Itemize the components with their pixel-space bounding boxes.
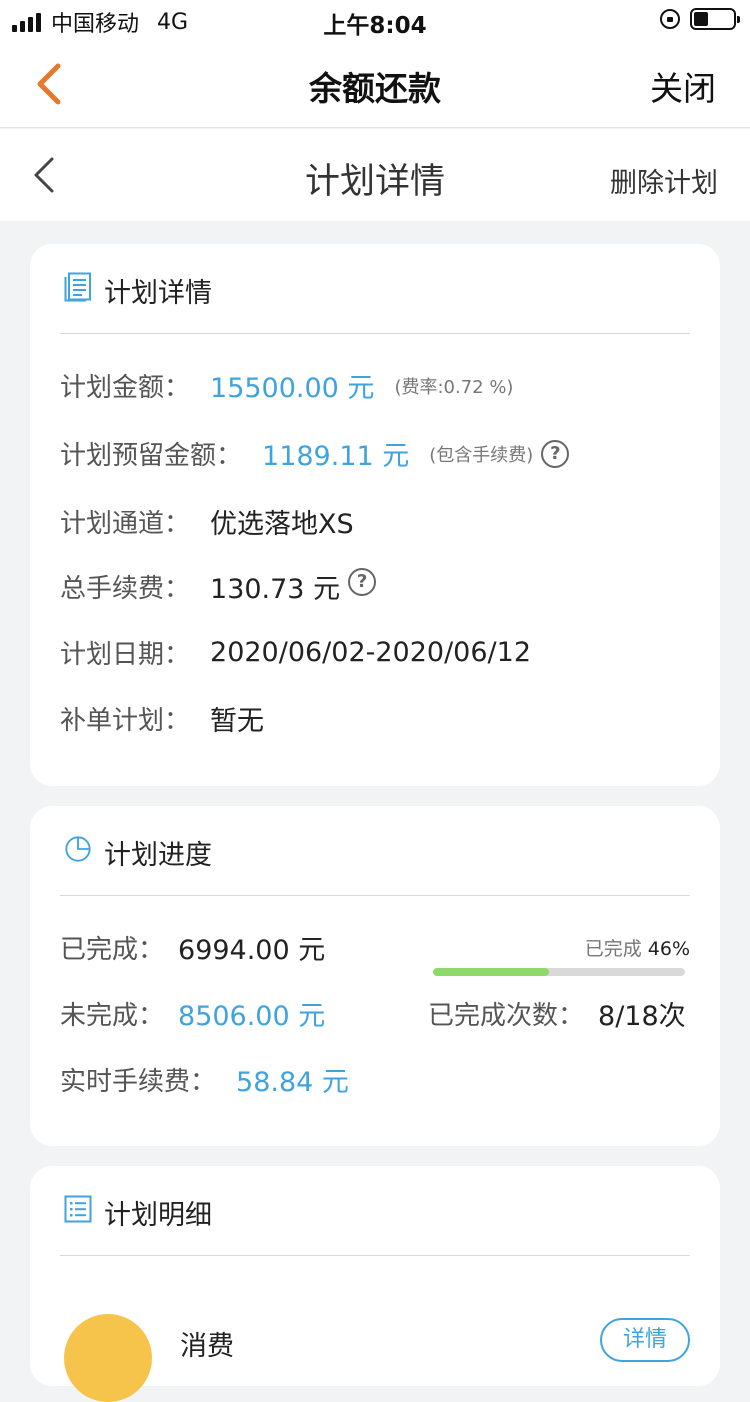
completed-label: 已完成：: [60, 935, 165, 965]
status-bar: 中国移动 4G 上午8:04: [0, 0, 750, 40]
uncompleted-label: 未完成：: [60, 1001, 165, 1031]
plan-items-card: 计划明细 消费 详情: [30, 1166, 720, 1402]
item-type-label: 消费: [180, 1331, 234, 1362]
delete-plan-button[interactable]: 删除计划: [610, 161, 718, 200]
rate-note: (费率:0.72 %): [394, 376, 514, 398]
total-fee-label: 总手续费：: [60, 574, 191, 604]
supplement-value: 暂无: [210, 706, 265, 737]
list-icon: [64, 1195, 92, 1223]
orientation-lock-icon: [660, 9, 680, 29]
reserve-amount-row: 计划预留金额： 1189.11 元 (包含手续费) ?: [60, 434, 570, 473]
progress-caption: 已完成 46%: [585, 934, 690, 961]
uncompleted-row: 未完成： 8506.00 元: [60, 994, 325, 1033]
plan-date-value: 2020/06/02-2020/06/12: [210, 637, 531, 668]
completed-count-row: 已完成次数： 8/18次: [428, 994, 686, 1033]
completed-value: 6994.00 元: [178, 935, 326, 966]
close-button[interactable]: 关闭: [650, 62, 716, 110]
card-title: 计划明细: [104, 1200, 212, 1231]
pie-chart-icon: [65, 836, 91, 862]
channel-value: 优选落地XS: [210, 509, 354, 540]
status-right: [660, 8, 740, 30]
help-icon[interactable]: ?: [541, 439, 570, 468]
page-title: 余额还款: [309, 69, 441, 108]
realtime-fee-label: 实时手续费：: [60, 1067, 217, 1097]
total-fee-row: 总手续费： 130.73 元 ?: [60, 567, 377, 606]
plan-date-row: 计划日期： 2020/06/02-2020/06/12: [60, 634, 531, 671]
card-header: 计划进度: [60, 806, 690, 896]
reserve-amount-label: 计划预留金额：: [60, 441, 243, 471]
primary-nav-bar: 余额还款 关闭: [0, 40, 750, 128]
card-header: 计划明细: [60, 1166, 690, 1256]
plan-date-label: 计划日期：: [60, 640, 191, 670]
realtime-fee-row: 实时手续费： 58.84 元: [60, 1060, 349, 1099]
battery-icon: [690, 8, 740, 30]
plan-amount-label: 计划金额：: [60, 373, 191, 403]
item-detail-button[interactable]: 详情: [600, 1318, 690, 1362]
supplement-label: 补单计划：: [60, 706, 191, 736]
help-icon[interactable]: ?: [348, 567, 377, 596]
progress-bar-fill: [433, 968, 549, 976]
progress-percent: 46%: [647, 938, 690, 960]
completed-row: 已完成： 6994.00 元: [60, 928, 325, 967]
reserve-amount-value: 1189.11 元: [262, 441, 410, 472]
status-time: 上午8:04: [323, 13, 427, 39]
realtime-fee-value: 58.84 元: [236, 1067, 349, 1098]
secondary-nav-bar: 计划详情 删除计划: [0, 129, 750, 221]
channel-row: 计划通道： 优选落地XS: [60, 502, 354, 541]
progress-caption-label: 已完成: [584, 938, 642, 960]
document-icon: [64, 272, 91, 302]
supplement-row: 补单计划： 暂无: [60, 699, 264, 738]
channel-label: 计划通道：: [60, 509, 191, 539]
completed-count-value: 8/18次: [598, 1001, 686, 1032]
completed-count-label: 已完成次数：: [428, 1001, 585, 1031]
plan-amount-value: 15500.00 元: [210, 373, 375, 404]
reserve-note: (包含手续费): [429, 444, 534, 466]
item-type-avatar: [64, 1314, 152, 1402]
card-title: 计划进度: [104, 840, 212, 871]
plan-progress-card: 计划进度 已完成： 6994.00 元 已完成 46% 未完成： 8506.00…: [30, 806, 720, 1146]
plan-amount-row: 计划金额： 15500.00 元 (费率:0.72 %): [60, 366, 513, 405]
total-fee-value: 130.73 元: [210, 574, 341, 605]
card-title: 计划详情: [104, 278, 212, 309]
card-header: 计划详情: [60, 244, 690, 334]
progress-bar: [433, 968, 685, 976]
plan-details-card: 计划详情 计划金额： 15500.00 元 (费率:0.72 %) 计划预留金额…: [30, 244, 720, 786]
uncompleted-value: 8506.00 元: [178, 1001, 326, 1032]
